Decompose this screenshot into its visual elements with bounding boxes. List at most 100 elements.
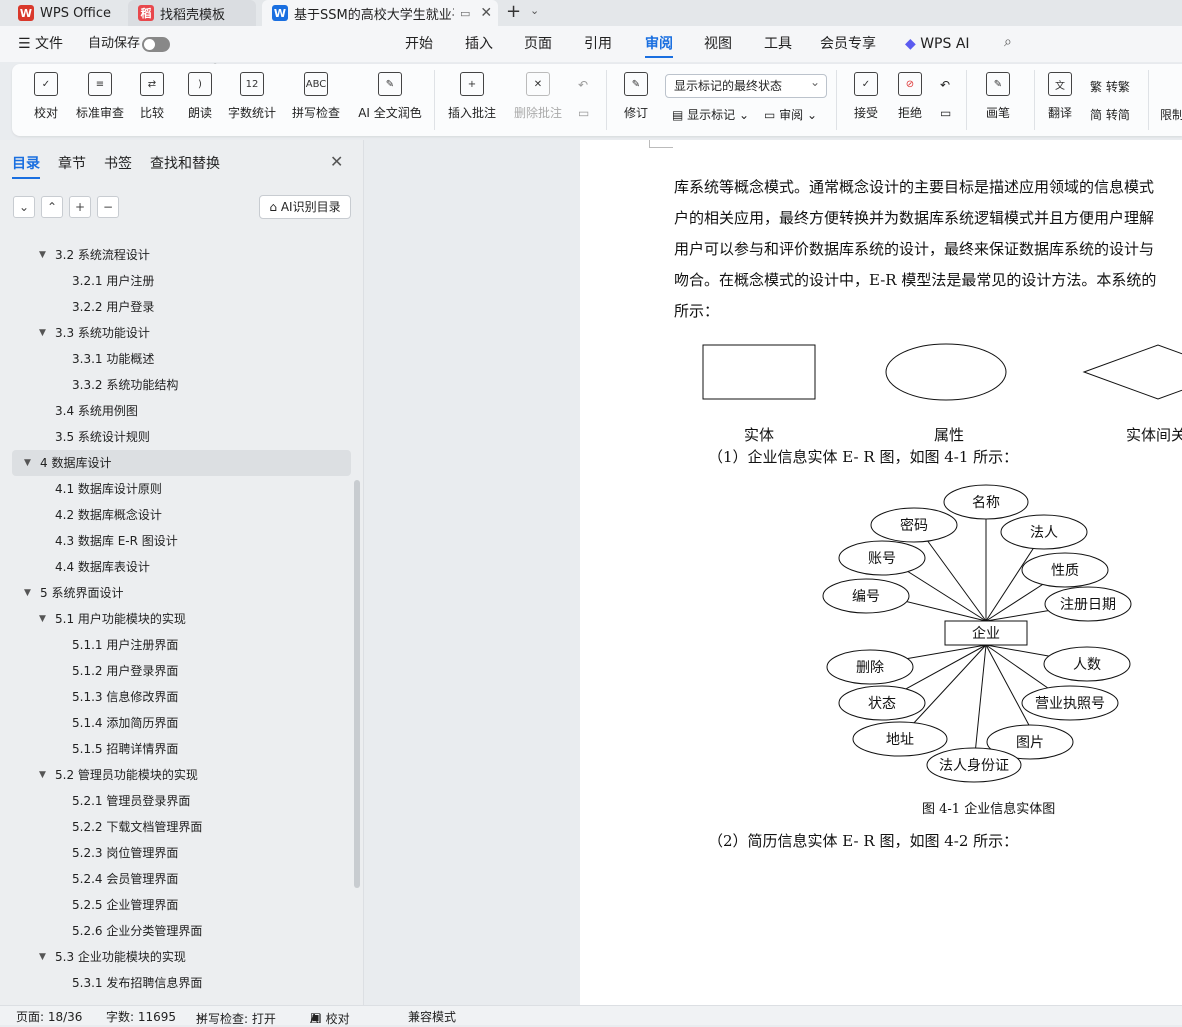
spell-check-button[interactable]: ABC 拼写检查	[286, 72, 346, 121]
attribute-label: 账号	[868, 551, 896, 567]
toc-item[interactable]: 4.4 数据库表设计	[55, 554, 150, 580]
next-comment-icon[interactable]: ▭	[578, 106, 589, 120]
window-icon[interactable]: ▭	[460, 7, 470, 20]
tab-docer[interactable]: 稻 找稻壳模板	[128, 0, 256, 26]
toc-item-label: 4.3 数据库 E-R 图设计	[55, 534, 178, 548]
toc-item[interactable]: 3.3.2 系统功能结构	[72, 372, 178, 398]
toc-item[interactable]: 5.1.1 用户注册界面	[72, 632, 178, 658]
next-change-icon[interactable]: ▭	[940, 106, 951, 120]
menu-item-start[interactable]: 开始	[405, 26, 433, 62]
toc-item[interactable]: 4.1 数据库设计原则	[55, 476, 162, 502]
toc-item[interactable]: 5.1.5 招聘详情界面	[72, 736, 178, 762]
toc-item-label: 5.2.5 企业管理界面	[72, 898, 179, 912]
reject-button[interactable]: ⊘ 拒绝	[880, 72, 940, 121]
ai-recognize-toc-button[interactable]: ⌂ AI识别目录	[259, 195, 351, 219]
toc-item[interactable]: ▼ 3.3 系统功能设计	[39, 320, 150, 346]
toc-item[interactable]: ▼ 5.1 用户功能模块的实现	[39, 606, 186, 632]
close-icon[interactable]: ✕	[330, 152, 343, 171]
menu-item-member[interactable]: 会员专享	[820, 26, 876, 62]
pen-button[interactable]: ✎ 画笔	[968, 72, 1028, 121]
to-traditional-button[interactable]: 繁 转繁	[1090, 78, 1130, 95]
to-simplified-button[interactable]: 简 转简	[1090, 106, 1130, 123]
menu-item-reference[interactable]: 引用	[584, 26, 612, 62]
toc-item[interactable]: 4.3 数据库 E-R 图设计	[55, 528, 178, 554]
toc-item[interactable]: ▼ 4 数据库设计	[12, 450, 351, 476]
toc-item[interactable]: ▼ 5.3 企业功能模块的实现	[39, 944, 186, 970]
toc-item[interactable]: 3.4 系统用例图	[55, 398, 138, 424]
expand-arrow-icon[interactable]: ▼	[24, 580, 31, 606]
new-tab-icon[interactable]: +	[506, 0, 521, 26]
scrollbar[interactable]	[354, 480, 360, 888]
remove-heading-button[interactable]: −	[97, 196, 119, 218]
menu-item-insert[interactable]: 插入	[465, 26, 493, 62]
ai-proofread-status[interactable]: ▣ AI 校对 ⌄	[310, 1008, 350, 1026]
toc-item[interactable]: 4.2 数据库概念设计	[55, 502, 162, 528]
collapse-all-button[interactable]: ⌄	[13, 196, 35, 218]
expand-arrow-icon[interactable]: ▼	[39, 944, 46, 970]
toc-item[interactable]: ▼ 5 系统界面设计	[24, 580, 123, 606]
markup-state-select[interactable]: 显示标记的最终状态	[665, 71, 827, 98]
tab-chapters[interactable]: 章节	[58, 153, 86, 173]
file-menu[interactable]: ☰ 文件	[18, 26, 63, 62]
toc-item[interactable]: 5.2.6 企业分类管理界面	[72, 918, 202, 944]
ai-polish-button[interactable]: ✎ AI 全文润色	[358, 72, 422, 121]
delete-comment-button[interactable]: ✕ 删除批注	[508, 72, 568, 121]
chevron-down-icon[interactable]: ⌄	[530, 4, 539, 17]
proofread-button[interactable]: ✓ 校对	[16, 72, 76, 121]
toc-item-label: 4.4 数据库表设计	[55, 560, 150, 574]
menu-item-tools[interactable]: 工具	[764, 26, 792, 62]
toc-item-label: 3.4 系统用例图	[55, 404, 138, 418]
show-markup-button[interactable]: ▤ 显示标记 ⌄	[672, 106, 749, 123]
page-indicator[interactable]: 页面: 18/36	[16, 1008, 82, 1025]
toc-item[interactable]: ▼ 3.2 系统流程设计	[39, 242, 150, 268]
menu-item-page[interactable]: 页面	[524, 26, 552, 62]
tab-wps-office[interactable]: W WPS Office	[8, 0, 120, 26]
toc-item[interactable]: 3.5 系统设计规则	[55, 424, 150, 450]
search-icon[interactable]: ⌕	[1004, 34, 1012, 50]
toc-item[interactable]: 5.3.1 发布招聘信息界面	[72, 970, 202, 996]
insert-comment-button[interactable]: + 插入批注	[442, 72, 502, 121]
toc-item[interactable]: 5.1.3 信息修改界面	[72, 684, 178, 710]
standard-review-button[interactable]: ≡ 标准审查	[70, 72, 130, 121]
toc-item[interactable]: 5.2.4 会员管理界面	[72, 866, 178, 892]
expand-up-button[interactable]: ⌃	[41, 196, 63, 218]
word-count[interactable]: 字数: 11695	[106, 1008, 176, 1025]
toc-item[interactable]: 3.3.1 功能概述	[72, 346, 154, 372]
menu-item-view[interactable]: 视图	[704, 26, 732, 62]
prev-change-icon[interactable]: ↶	[940, 78, 950, 92]
toc-item[interactable]: 5.2.2 下载文档管理界面	[72, 814, 202, 840]
toc-item[interactable]: 5.1.4 添加简历界面	[72, 710, 178, 736]
menu-item-review[interactable]: 审阅	[645, 26, 673, 62]
restrict-button[interactable]: 限制	[1160, 106, 1182, 123]
track-changes-button[interactable]: ✎ 修订	[606, 72, 666, 121]
toc-item[interactable]: 5.2.1 管理员登录界面	[72, 788, 190, 814]
toc-item[interactable]: 5.2.3 岗位管理界面	[72, 840, 178, 866]
body-text-line: 户的相关应用，最终方便转换并为数据库系统逻辑模式并且方便用户理解	[674, 209, 1155, 227]
expand-arrow-icon[interactable]: ▼	[24, 450, 31, 476]
tab-bookmarks[interactable]: 书签	[104, 153, 132, 173]
expand-arrow-icon[interactable]: ▼	[39, 606, 46, 632]
expand-arrow-icon[interactable]: ▼	[39, 762, 46, 788]
spell-check-status[interactable]: 拼写检查: 打开 ⌄	[196, 1008, 276, 1026]
expand-arrow-icon[interactable]: ▼	[39, 242, 46, 268]
read-aloud-button[interactable]: ) 朗读	[170, 72, 230, 121]
close-tab-icon[interactable]: ✕	[480, 5, 492, 21]
tab-label: WPS Office	[40, 5, 112, 21]
document-page[interactable]: 库系统等概念模式。通常概念设计的主要目标是描述应用领域的信息模式 户的相关应用，…	[580, 140, 1182, 1005]
tab-document[interactable]: W 基于SSM的高校大学生就业平 ▭ ✕	[262, 0, 498, 26]
toc-item[interactable]: 3.2.1 用户注册	[72, 268, 154, 294]
autosave-toggle[interactable]	[142, 37, 170, 52]
toc-item[interactable]: 3.2.2 用户登录	[72, 294, 154, 320]
review-pane-button[interactable]: ▭ 审阅 ⌄	[764, 106, 817, 123]
prev-comment-icon[interactable]: ↶	[578, 78, 588, 92]
add-heading-button[interactable]: +	[69, 196, 91, 218]
toc-item[interactable]: ▼ 5.2 管理员功能模块的实现	[39, 762, 198, 788]
expand-arrow-icon[interactable]: ▼	[39, 320, 46, 346]
toc-item[interactable]: 5.1.2 用户登录界面	[72, 658, 178, 684]
tab-toc[interactable]: 目录	[12, 153, 40, 179]
tab-find-replace[interactable]: 查找和替换	[150, 153, 220, 173]
toc-item[interactable]: 5.2.5 企业管理界面	[72, 892, 178, 918]
menu-item-wps-ai[interactable]: ◆ WPS AI	[905, 26, 970, 62]
word-count-button[interactable]: 12 字数统计	[222, 72, 282, 121]
translate-button[interactable]: 文翻译	[1030, 72, 1090, 121]
